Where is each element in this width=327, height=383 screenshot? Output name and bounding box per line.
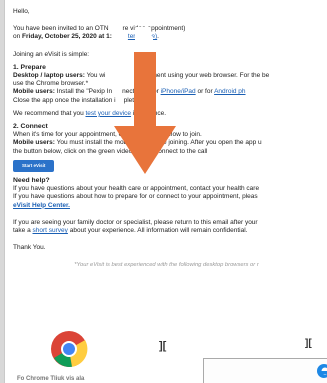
edge-icon [317,364,327,378]
start-evisit-button[interactable]: Start eVisit [13,159,55,173]
help-center-link[interactable]: eVisit Help Center. [13,202,70,209]
help-line-2: If you have questions about how to prepa… [13,193,258,201]
survey-line-1: If you are seeing your family doctor or … [13,218,258,226]
down-arrow-icon [114,52,176,174]
survey-line-2: take a short survey about your experienc… [13,227,248,235]
browser-glyph: ][ [159,340,167,352]
chrome-label: Fo Chrome Tliuk vis ala [17,376,85,382]
browser-list: Fo Chrome Tliuk vis ala ][ ][ [5,328,327,383]
greeting: Hello, [13,8,30,15]
browser-glyph-2: ][ [305,338,312,349]
thank-you: Thank You. [13,244,46,252]
chrome-icon [51,331,88,367]
help-heading: Need help? [13,177,50,185]
android-link[interactable]: Android ph [214,88,245,95]
help-line-1: If you have questions about your health … [13,185,260,193]
short-survey-link[interactable]: short survey [33,227,68,234]
edge-browser-tile [203,358,327,383]
browser-footnote: *Your eVisit is best experienced with th… [74,262,259,269]
invite-line: You have been invited to an OTN re video … [13,25,186,33]
date-line: on Friday, October 25, 2020 at 1:tern Ti… [13,33,159,41]
